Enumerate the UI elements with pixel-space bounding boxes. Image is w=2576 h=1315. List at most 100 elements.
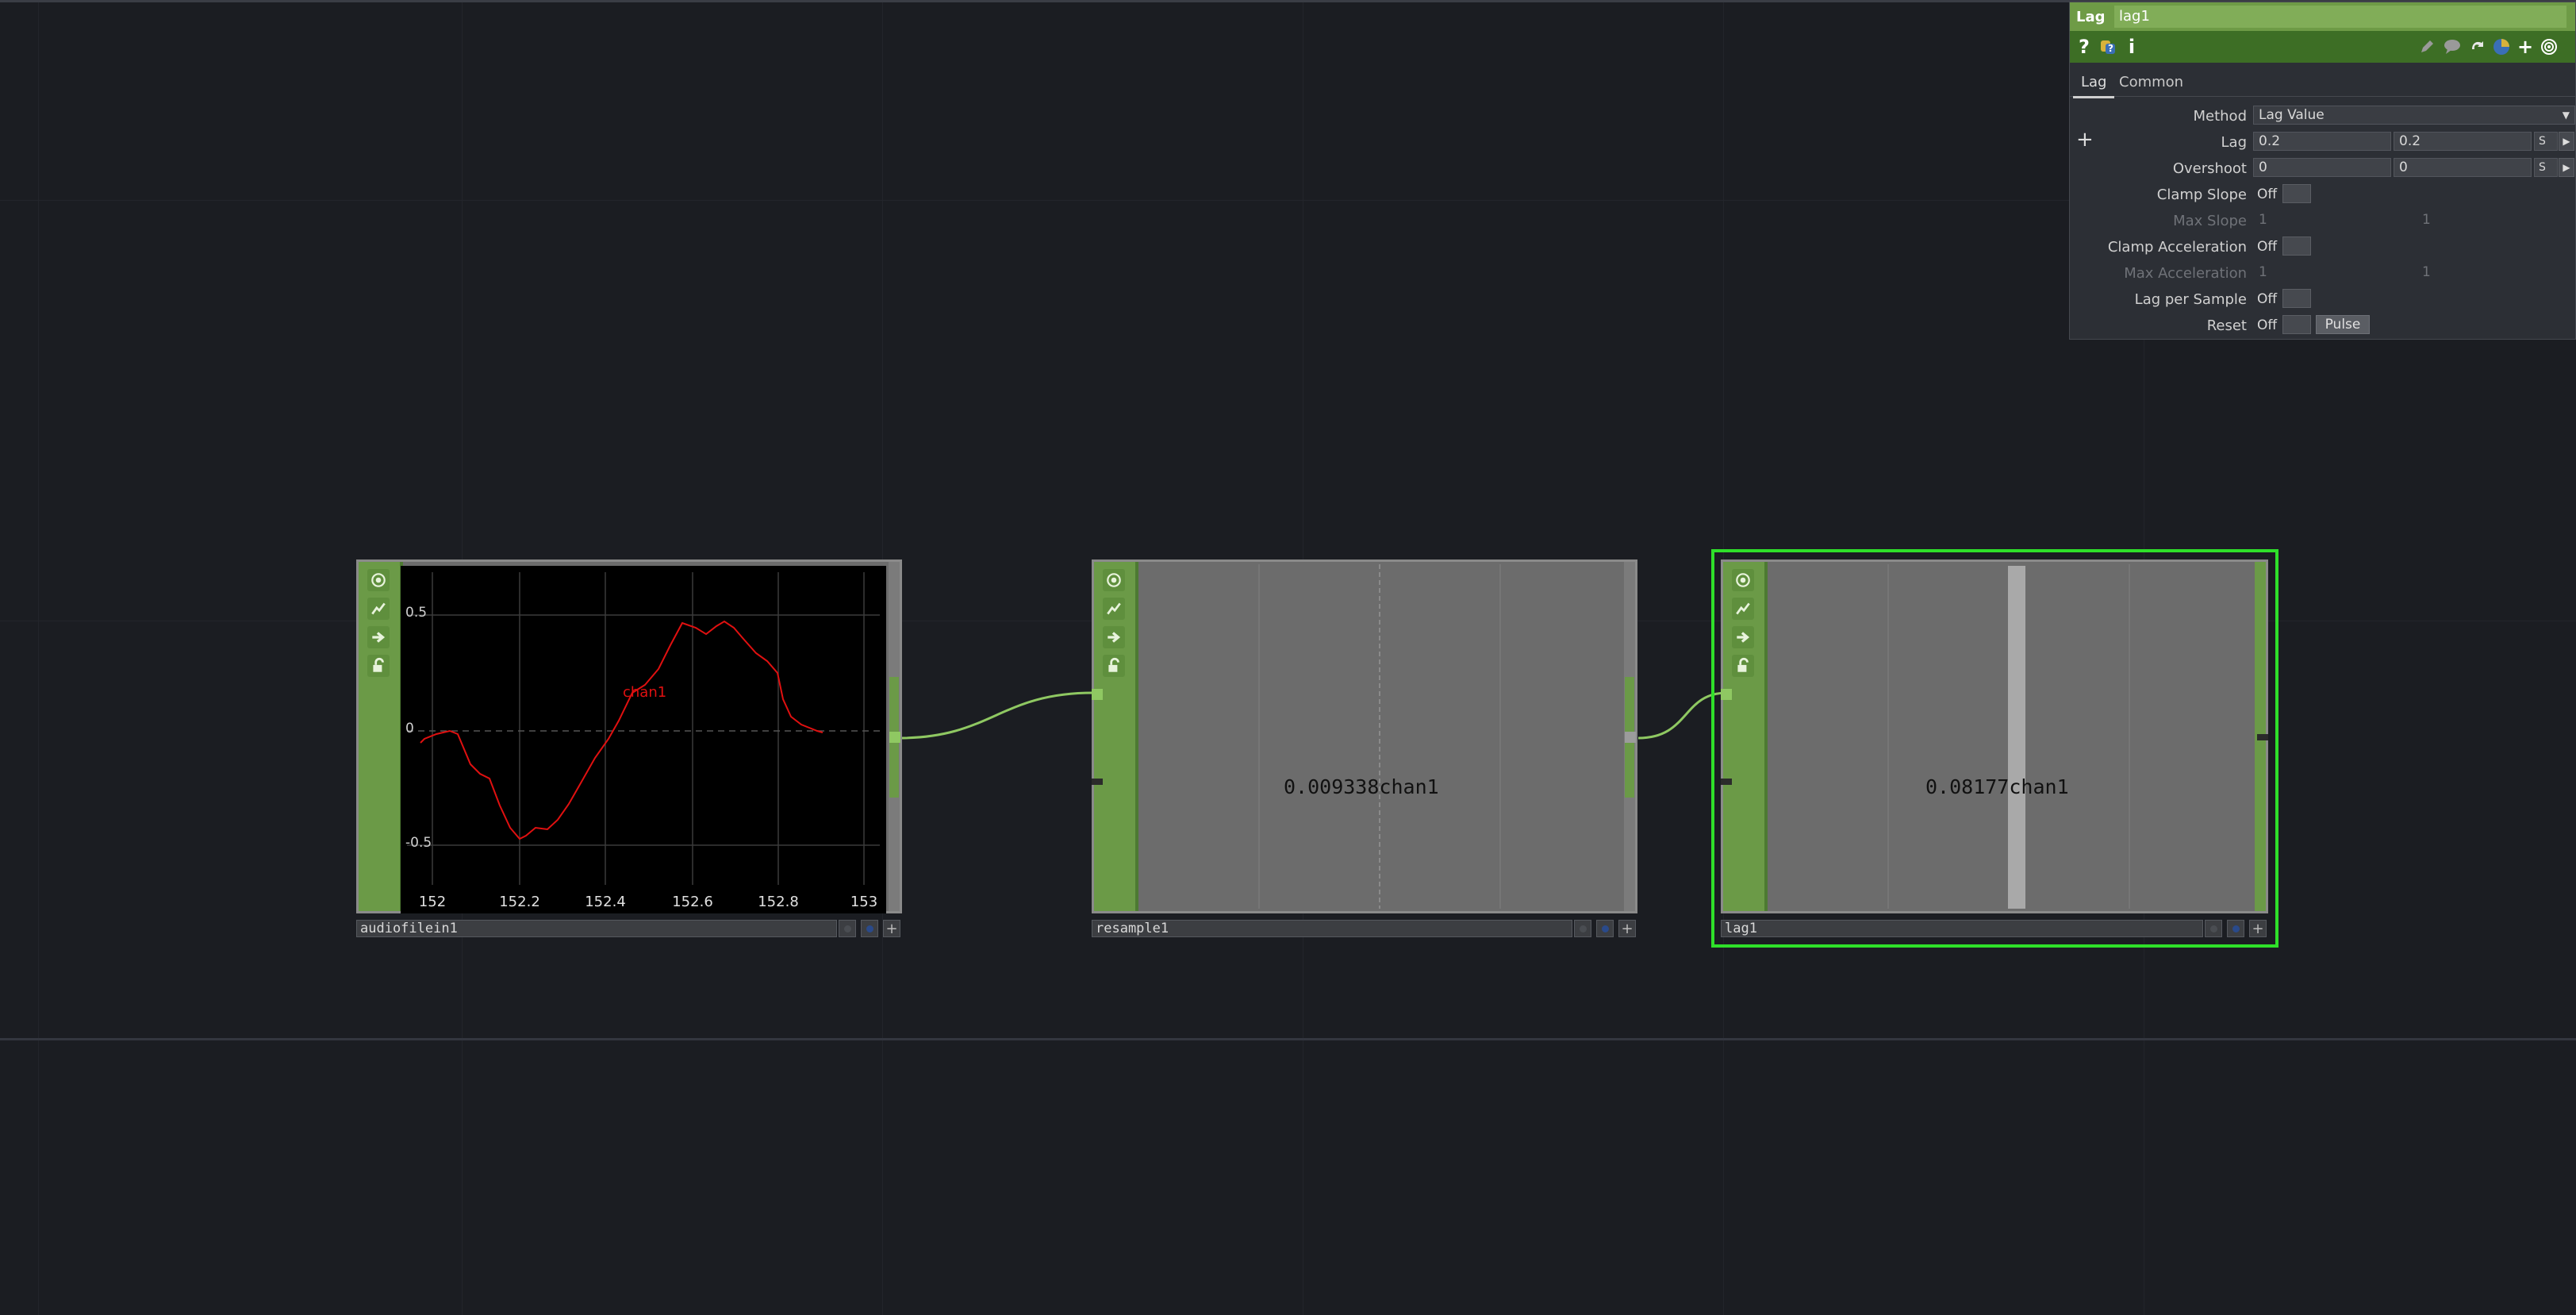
network-divider bbox=[0, 1038, 2576, 1040]
panel-toolbar: ? ? i + bbox=[2070, 31, 2575, 63]
display-flag-icon[interactable] bbox=[367, 598, 390, 620]
lag-unit-arrow-icon[interactable]: ▶ bbox=[2559, 132, 2574, 151]
overshoot-unit-arrow-icon[interactable]: ▶ bbox=[2559, 158, 2574, 177]
overshoot-field-2[interactable]: 0 bbox=[2394, 158, 2532, 177]
lag-field-1[interactable]: 0.2 bbox=[2253, 132, 2391, 151]
lag-field-2[interactable]: 0.2 bbox=[2394, 132, 2532, 151]
node-cook-button[interactable] bbox=[839, 920, 856, 937]
param-label: Overshoot bbox=[2172, 160, 2247, 177]
max-acceleration-field-1[interactable]: 1 bbox=[2253, 263, 2391, 282]
export-flag-icon[interactable] bbox=[1103, 626, 1125, 648]
overshoot-field-1[interactable]: 0 bbox=[2253, 158, 2391, 177]
input-connector[interactable] bbox=[1092, 689, 1103, 700]
operator-name-field[interactable]: lag1 bbox=[2114, 6, 2566, 28]
export-flag-icon[interactable] bbox=[367, 626, 390, 648]
node-cook-button[interactable] bbox=[1574, 920, 1591, 937]
display-flag-icon[interactable] bbox=[1732, 598, 1754, 620]
lag-per-sample-toggle[interactable] bbox=[2282, 289, 2311, 308]
node-name-audiofilein1[interactable]: audiofilein1 bbox=[356, 920, 837, 937]
param-lag: Lag 0.2 0.2 S ▶ bbox=[2070, 130, 2575, 154]
max-acceleration-field-2[interactable]: 1 bbox=[2417, 263, 2464, 282]
help-icon[interactable]: ? bbox=[2073, 36, 2095, 58]
overshoot-unit[interactable]: S bbox=[2534, 158, 2558, 177]
python-help-icon[interactable]: ? bbox=[2097, 36, 2119, 58]
lag-per-sample-state: Off bbox=[2257, 291, 2278, 307]
param-label: Max Acceleration bbox=[2124, 265, 2247, 282]
reset-toggle[interactable] bbox=[2282, 315, 2311, 334]
svg-text:?: ? bbox=[2108, 43, 2113, 54]
param-max-acceleration: Max Acceleration 1 1 bbox=[2070, 261, 2575, 285]
node-lag1[interactable]: 0.08177chan1 lag1 + bbox=[1721, 559, 2268, 937]
viewer-flag-icon[interactable] bbox=[1732, 569, 1754, 591]
node-audiofilein1[interactable]: chan1 0.5 0 -0.5 152 152.2 152.4 152.6 152.8 15… bbox=[356, 559, 902, 937]
node-cook-button[interactable] bbox=[2205, 920, 2222, 937]
node-expand-icon[interactable]: + bbox=[883, 920, 900, 937]
lock-flag-icon[interactable] bbox=[1732, 655, 1754, 677]
node-name-lag1[interactable]: lag1 bbox=[1721, 920, 2203, 937]
lock-flag-icon[interactable] bbox=[367, 655, 390, 677]
param-label: Method bbox=[2193, 108, 2247, 125]
panel-titlebar: Lag lag1 bbox=[2070, 2, 2575, 31]
viewer-flag-icon[interactable] bbox=[367, 569, 390, 591]
export-flag-icon[interactable] bbox=[1732, 626, 1754, 648]
node-expand-icon[interactable]: + bbox=[1618, 920, 1636, 937]
python-icon[interactable] bbox=[2490, 36, 2513, 58]
node-expand-icon[interactable]: + bbox=[2249, 920, 2267, 937]
panel-tabs: Lag Common bbox=[2070, 67, 2575, 98]
channel-plot: chan1 0.5 0 -0.5 152 152.2 152.4 152.6 152.8 15… bbox=[401, 566, 886, 913]
channel-value: 0.009338 bbox=[1284, 775, 1380, 798]
lag-unit[interactable]: S bbox=[2534, 132, 2558, 151]
viewer-icon[interactable] bbox=[2538, 36, 2560, 58]
max-slope-field-1[interactable]: 1 bbox=[2253, 210, 2391, 229]
channel-name: chan1 bbox=[1379, 775, 1439, 798]
node-resample1[interactable]: 0.009338chan1 resample1 + bbox=[1092, 559, 1637, 937]
clamp-acceleration-toggle[interactable] bbox=[2282, 236, 2311, 256]
viewer-flag-icon[interactable] bbox=[1103, 569, 1125, 591]
plot-y-tick: 0 bbox=[405, 721, 414, 736]
operator-type: Lag bbox=[2076, 9, 2106, 25]
node-body[interactable] bbox=[1721, 559, 2268, 913]
plot-y-tick: -0.5 bbox=[405, 835, 432, 851]
comment-icon[interactable] bbox=[2441, 36, 2463, 58]
node-body[interactable] bbox=[1092, 559, 1637, 913]
clamp-slope-toggle[interactable] bbox=[2282, 184, 2311, 203]
output-connector-tip[interactable] bbox=[889, 732, 900, 743]
max-slope-field-2[interactable]: 1 bbox=[2417, 210, 2464, 229]
lock-flag-icon[interactable] bbox=[1103, 655, 1125, 677]
edit-icon[interactable] bbox=[2416, 36, 2438, 58]
node-bypass-button[interactable] bbox=[2227, 920, 2244, 937]
display-flag-icon[interactable] bbox=[1103, 598, 1125, 620]
bypass-icon[interactable] bbox=[2467, 36, 2489, 58]
param-clamp-slope: Clamp Slope Off bbox=[2070, 183, 2575, 206]
plot-x-tick: 152.6 bbox=[672, 894, 713, 910]
channel-readout: 0.08177chan1 bbox=[1925, 775, 2069, 798]
param-lag-per-sample: Lag per Sample Off bbox=[2070, 287, 2575, 311]
param-overshoot: Overshoot 0 0 S ▶ bbox=[2070, 156, 2575, 180]
param-label: Clamp Slope bbox=[2156, 186, 2247, 203]
method-dropdown[interactable]: Lag Value ▼ bbox=[2253, 106, 2575, 125]
param-label: Max Slope bbox=[2173, 213, 2247, 229]
param-label: Lag per Sample bbox=[2134, 291, 2247, 308]
plot-x-tick: 152 bbox=[419, 894, 446, 910]
add-icon[interactable]: + bbox=[2514, 36, 2536, 58]
clamp-slope-state: Off bbox=[2257, 186, 2278, 202]
channel-name: chan1 bbox=[2009, 775, 2069, 798]
pulse-button[interactable]: Pulse bbox=[2316, 315, 2370, 334]
output-connector[interactable] bbox=[2257, 734, 2268, 740]
param-max-slope: Max Slope 1 1 bbox=[2070, 209, 2575, 233]
tab-lag[interactable]: Lag bbox=[2072, 74, 2116, 98]
output-connector-tip[interactable] bbox=[1625, 732, 1636, 743]
plot-x-tick: 152.8 bbox=[758, 894, 799, 910]
tab-common[interactable]: Common bbox=[2119, 74, 2183, 90]
node-name-resample1[interactable]: resample1 bbox=[1092, 920, 1572, 937]
clamp-acceleration-state: Off bbox=[2257, 239, 2278, 255]
plot-channel-label: chan1 bbox=[623, 684, 666, 701]
input-connector[interactable] bbox=[1721, 689, 1732, 700]
param-label: Clamp Acceleration bbox=[2107, 239, 2247, 256]
node-bypass-button[interactable] bbox=[1596, 920, 1614, 937]
param-reset: Reset Off Pulse bbox=[2070, 313, 2575, 337]
wire-audiofilein-resample bbox=[898, 691, 1094, 740]
node-bypass-button[interactable] bbox=[861, 920, 878, 937]
channel-readout: 0.009338chan1 bbox=[1284, 775, 1439, 798]
info-icon[interactable]: i bbox=[2121, 36, 2143, 58]
